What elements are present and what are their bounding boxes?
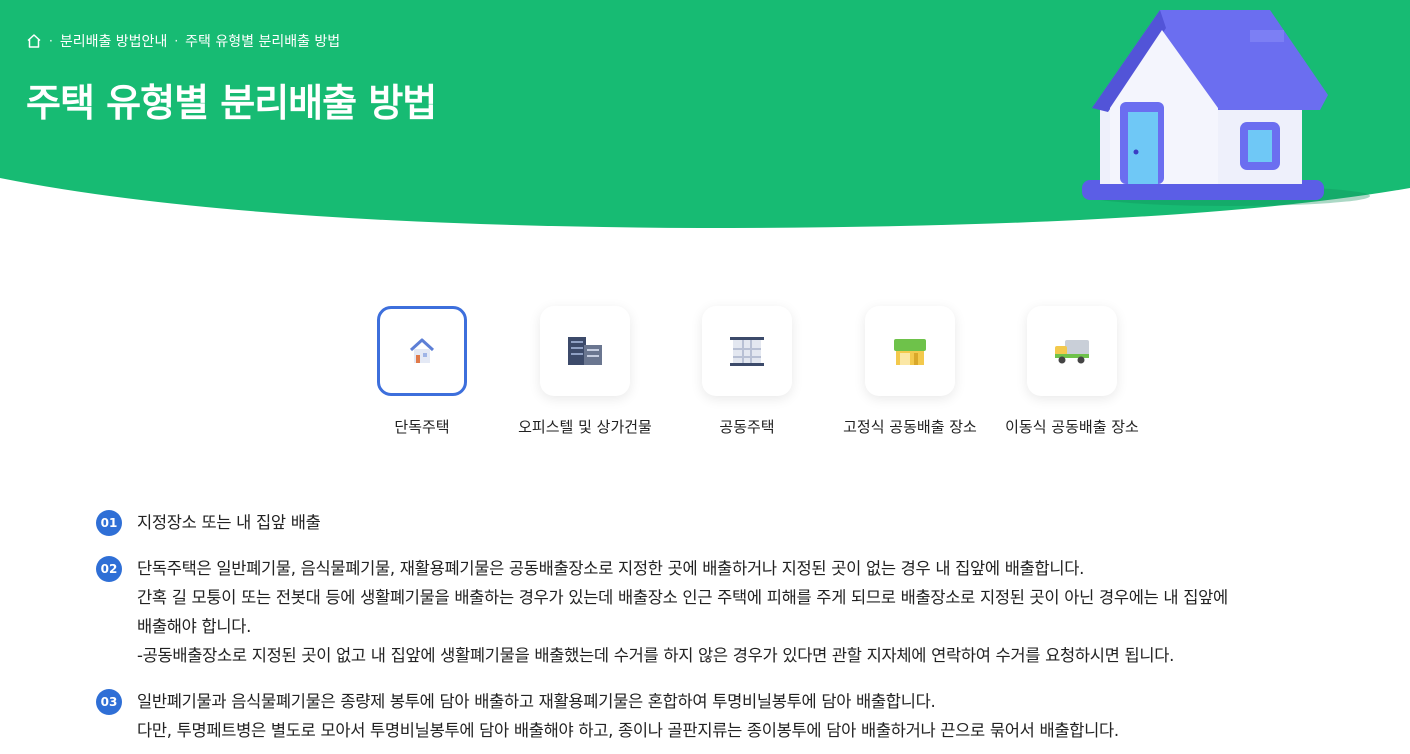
house-type-label: 고정식 공동배출 장소 [843, 418, 977, 436]
house-type-fixed-collection[interactable]: 고정식 공동배출 장소 [830, 306, 990, 437]
office-building-icon [568, 337, 602, 365]
house-type-selector: 단독주택 오피스텔 및 상가건물 공동주택 고정식 공동배출 장소 이동식 공동… [0, 306, 1410, 446]
house-type-card[interactable] [540, 306, 630, 396]
step-number-badge: 01 [96, 510, 122, 536]
house-type-detached[interactable]: 단독주택 [342, 306, 502, 437]
breadcrumb-item-guide[interactable]: 분리배출 방법안내 [60, 31, 168, 51]
house-type-mobile-collection[interactable]: 이동식 공동배출 장소 [992, 306, 1152, 437]
house-type-label: 오피스텔 및 상가건물 [518, 418, 652, 436]
house-type-label: 공동주택 [719, 418, 775, 436]
house-type-card[interactable] [377, 306, 467, 396]
breadcrumb-separator: · [49, 34, 53, 48]
mobile-truck-icon [1055, 340, 1089, 364]
apartment-icon [730, 337, 764, 366]
hero-banner: · 분리배출 방법안내 · 주택 유형별 분리배출 방법 주택 유형별 분리배출… [0, 0, 1410, 240]
house-icon [409, 338, 435, 363]
house-type-card[interactable] [865, 306, 955, 396]
step-number-badge: 03 [96, 689, 122, 715]
breadcrumb-separator: · [174, 34, 179, 48]
house-type-card[interactable] [1027, 306, 1117, 396]
step-text: 단독주택은 일반폐기물, 음식물폐기물, 재활용폐기물은 공동배출장소로 지정한… [137, 559, 1085, 578]
step-text: 일반폐기물과 음식물폐기물은 종량제 봉투에 담아 배출하고 재활용폐기물은 혼… [137, 692, 936, 711]
fixed-collection-point-icon [894, 339, 926, 365]
house-type-label: 이동식 공동배출 장소 [1005, 418, 1139, 436]
step-number-badge: 02 [96, 556, 122, 582]
page-title: 주택 유형별 분리배출 방법 [26, 81, 437, 125]
step-item: 02 단독주택은 일반폐기물, 음식물폐기물, 재활용폐기물은 공동배출장소로 … [96, 554, 1386, 670]
house-type-card[interactable] [702, 306, 792, 396]
step-item: 01 지정장소 또는 내 집앞 배출 [96, 508, 1386, 537]
breadcrumb-item-current: 주택 유형별 분리배출 방법 [185, 34, 341, 50]
home-icon[interactable] [26, 33, 42, 49]
house-type-apartment[interactable]: 공동주택 [667, 306, 827, 437]
house-type-label: 단독주택 [394, 418, 450, 436]
house-illustration [1082, 10, 1370, 206]
house-type-officetel[interactable]: 오피스텔 및 상가건물 [505, 306, 665, 437]
disposal-steps: 01 지정장소 또는 내 집앞 배출 02 단독주택은 일반폐기물, 음식물폐기… [96, 508, 1386, 754]
step-text: 배출해야 합니다. [137, 617, 252, 636]
step-text: -공동배출장소로 지정된 곳이 없고 내 집앞에 생활폐기물을 배출했는데 수거… [137, 646, 1175, 665]
step-text: 간혹 길 모퉁이 또는 전봇대 등에 생활폐기물을 배출하는 경우가 있는데 배… [137, 588, 1228, 607]
step-item: 03 일반폐기물과 음식물폐기물은 종량제 봉투에 담아 배출하고 재활용폐기물… [96, 687, 1386, 745]
step-text: 다만, 투명페트병은 별도로 모아서 투명비닐봉투에 담아 배출해야 하고, 종… [137, 721, 1119, 740]
step-text: 지정장소 또는 내 집앞 배출 [137, 513, 321, 532]
breadcrumb: · 분리배출 방법안내 · 주택 유형별 분리배출 방법 [26, 31, 340, 51]
